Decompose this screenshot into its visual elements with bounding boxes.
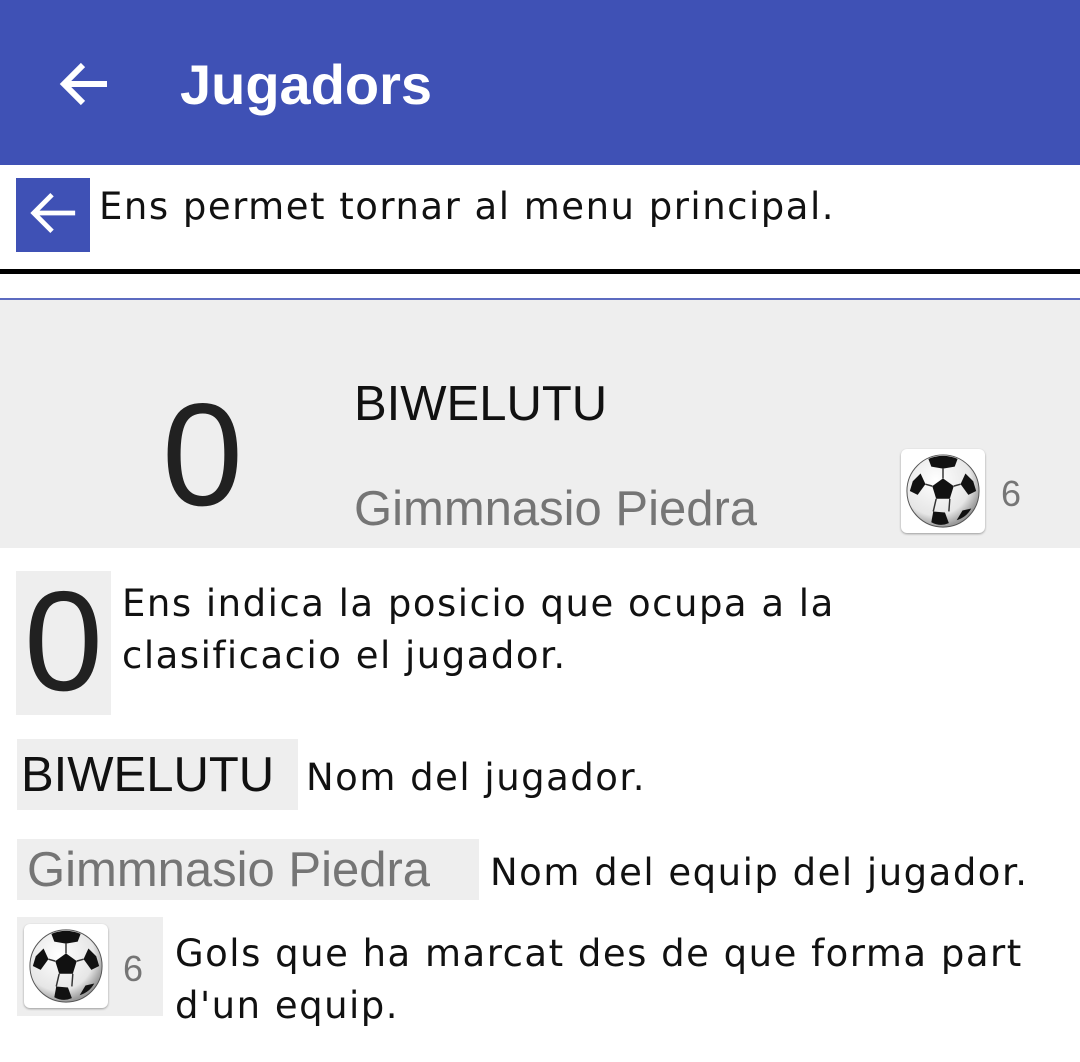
team-sample: Gimmnasio Piedra <box>17 839 479 900</box>
help-back-text: Ens permet tornar al menu principal. <box>99 185 835 228</box>
arrow-left-icon <box>27 187 79 243</box>
help-back-row: Ens permet tornar al menu principal. <box>0 165 1080 271</box>
team-description: Nom del equip del jugador. <box>490 851 1029 894</box>
position-description: Ens indica la posicio que ocupa a la cla… <box>122 582 835 677</box>
player-team: Gimmnasio Piedra <box>354 482 758 536</box>
arrow-left-icon <box>57 57 111 115</box>
soccer-ball-icon <box>901 449 985 533</box>
player-name: BIWELUTU <box>354 377 608 431</box>
position-sample: 0 <box>16 562 111 721</box>
name-description: Nom del jugador. <box>306 756 646 799</box>
team-sample-value: Gimmnasio Piedra <box>27 843 431 897</box>
divider <box>0 269 1080 274</box>
page-title: Jugadors <box>180 53 433 116</box>
app-bar: Jugadors <box>0 0 1080 165</box>
goals-description: Gols que ha marcat des de que forma part… <box>175 932 1023 1027</box>
position-sample-value: 0 <box>24 562 103 721</box>
name-sample-value: BIWELUTU <box>21 748 275 802</box>
goals-sample: 6 <box>17 917 163 1016</box>
goals-sample-value: 6 <box>123 948 144 989</box>
name-sample: BIWELUTU <box>17 739 298 810</box>
soccer-ball-icon <box>24 924 108 1008</box>
player-position: 0 <box>161 373 244 536</box>
goals-count: 6 <box>1001 473 1022 514</box>
back-button-sample <box>16 178 90 252</box>
back-button[interactable] <box>44 46 124 126</box>
